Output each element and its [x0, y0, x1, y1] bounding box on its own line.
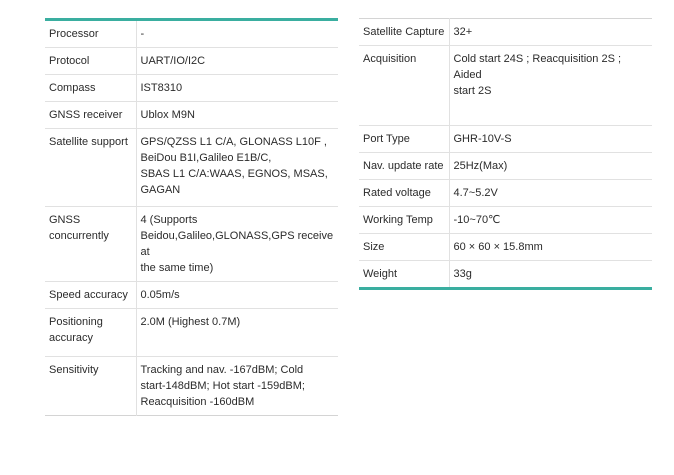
spec-value-compass: IST8310	[136, 74, 338, 102]
spec-key-working-temp: Working Temp	[359, 206, 450, 234]
spec-value-satellite-support: GPS/QZSS L1 C/A, GLONASS L10F , BeiDou B1…	[136, 128, 338, 207]
spec-key-weight: Weight	[359, 260, 450, 289]
table-row: Working Temp -10~70℃	[359, 206, 652, 234]
spec-key-processor: Processor	[45, 19, 137, 48]
table-row: Positioning accuracy 2.0M (Highest 0.7M)	[45, 308, 338, 357]
spec-table-right: Satellite Capture 32+ Acquisition Cold s…	[359, 18, 652, 290]
spec-value-working-temp: -10~70℃	[449, 206, 652, 234]
table-row: Acquisition Cold start 24S ; Reacquisiti…	[359, 45, 652, 126]
table-row: Satellite support GPS/QZSS L1 C/A, GLONA…	[45, 128, 338, 207]
table-row: Satellite Capture 32+	[359, 18, 652, 46]
spec-value-positioning-accuracy: 2.0M (Highest 0.7M)	[136, 308, 338, 357]
spec-key-protocol: Protocol	[45, 47, 137, 75]
spec-key-gnss-receiver: GNSS receiver	[45, 101, 137, 129]
spec-value-size: 60 × 60 × 15.8mm	[449, 233, 652, 261]
table-row: Protocol UART/IO/I2C	[45, 47, 338, 75]
spec-value-satellite-capture: 32+	[453, 26, 473, 38]
spec-key-satellite-capture: Satellite Capture	[359, 18, 450, 46]
spec-key-positioning-accuracy: Positioning accuracy	[45, 308, 137, 357]
table-row: Sensitivity Tracking and nav. -167dBM; C…	[45, 356, 338, 416]
table-row: Processor -	[45, 19, 338, 48]
spec-value-weight: 33g	[449, 260, 652, 289]
table-row: GNSS concurrently 4 (Supports Beidou,Galil…	[45, 206, 338, 282]
spec-key-compass: Compass	[45, 74, 137, 102]
spec-value-gnss-receiver: Ublox M9N	[136, 101, 338, 129]
spec-value-port-type: GHR-10V-S	[449, 125, 652, 153]
spec-key-size: Size	[359, 233, 450, 261]
spec-value-nav-update-rate: 25Hz(Max)	[449, 152, 652, 180]
table-row: Rated voltage 4.7~5.2V	[359, 179, 652, 207]
spec-key-rated-voltage: Rated voltage	[359, 179, 450, 207]
spec-value-speed-accuracy: 0.05m/s	[136, 281, 338, 309]
spec-key-speed-accuracy: Speed accuracy	[45, 281, 137, 309]
spec-key-satellite-support: Satellite support	[45, 128, 137, 207]
spec-value-rated-voltage: 4.7~5.2V	[449, 179, 652, 207]
spec-key-acquisition: Acquisition	[359, 45, 450, 126]
spec-value-acquisition: Cold start 24S ; Reacquisition 2S ; Aide…	[449, 45, 652, 126]
spec-key-nav-update-rate: Nav. update rate	[359, 152, 450, 180]
spec-key-sensitivity: Sensitivity	[45, 356, 137, 416]
spec-value-protocol: UART/IO/I2C	[136, 47, 338, 75]
table-row: Speed accuracy 0.05m/s	[45, 281, 338, 309]
table-row: GNSS receiver Ublox M9N	[45, 101, 338, 129]
spec-key-port-type: Port Type	[359, 125, 450, 153]
spec-value-processor: -	[140, 28, 145, 40]
table-row: Port Type GHR-10V-S	[359, 125, 652, 153]
table-row: Compass IST8310	[45, 74, 338, 102]
spec-value-sensitivity: Tracking and nav. -167dBM; Cold start-148…	[136, 356, 338, 416]
spec-key-gnss-concurrently: GNSS concurrently	[45, 206, 137, 282]
table-row: Nav. update rate 25Hz(Max)	[359, 152, 652, 180]
table-row: Size 60 × 60 × 15.8mm	[359, 233, 652, 261]
table-row: Weight 33g	[359, 260, 652, 289]
spec-value-gnss-concurrently: 4 (Supports Beidou,Galileo,GLONASS,GPS re…	[136, 206, 338, 282]
spec-table-left: Processor - Protocol UART/IO/I2C Compass…	[45, 18, 338, 416]
